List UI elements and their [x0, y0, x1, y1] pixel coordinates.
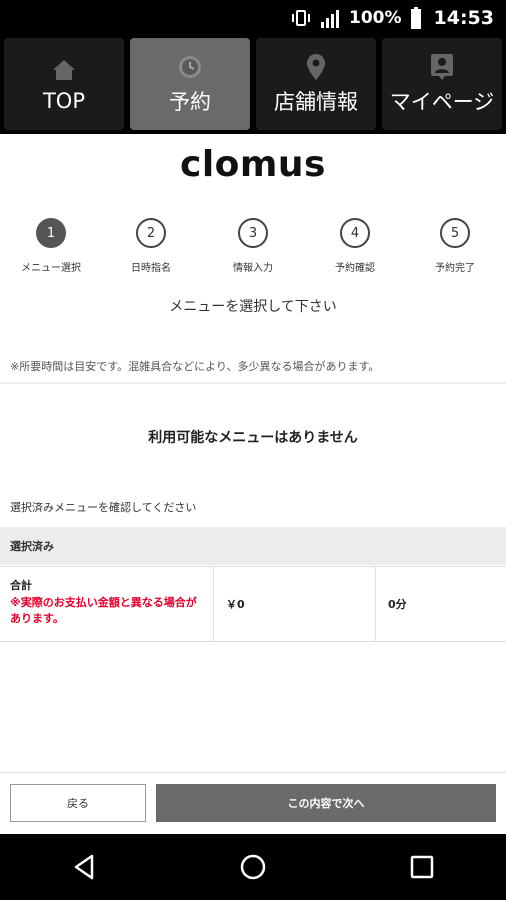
duration-note: ※所要時間は目安です。混雑具合などにより、多少異なる場合があります。 [10, 360, 380, 373]
map-pin-icon [306, 52, 326, 82]
total-duration: 0分 [388, 598, 407, 611]
next-button[interactable]: この内容で次へ [156, 784, 496, 822]
tab-reservation[interactable]: 予約 [130, 38, 250, 130]
tab-top[interactable]: TOP [4, 38, 124, 130]
step-label: 予約確認 [335, 263, 375, 274]
empty-menu-message: 利用可能なメニューはありません [148, 430, 358, 446]
step-1: 1 メニュー選択 [6, 218, 96, 274]
step-5: 5 予約完了 [410, 218, 500, 274]
recents-square-icon [410, 855, 433, 879]
footer-actions: 戻る この内容で次へ [0, 772, 506, 835]
back-triangle-icon [75, 854, 94, 880]
step-label: 情報入力 [233, 263, 273, 274]
back-nav-button[interactable] [54, 842, 114, 892]
home-circle-icon [240, 854, 266, 880]
step-3: 3 情報入力 [208, 218, 298, 274]
divider [0, 382, 506, 384]
total-label: 合計 [10, 579, 32, 592]
total-row: 合計 ※実際のお支払い金額と異なる場合があります。 ￥0 0分 [0, 566, 506, 642]
confirm-instruction: 選択済みメニューを確認してください [10, 501, 197, 514]
total-label-cell: 合計 ※実際のお支払い金額と異なる場合があります。 [0, 567, 214, 641]
step-label: 日時指名 [131, 263, 171, 274]
tab-store-info[interactable]: 店舗情報 [256, 38, 376, 130]
battery-percent: 100% [348, 8, 402, 28]
tab-label: 予約 [169, 90, 211, 114]
tab-mypage[interactable]: マイページ [382, 38, 502, 130]
recents-nav-button[interactable] [392, 842, 452, 892]
step-4: 4 予約確認 [310, 218, 400, 274]
step-number: 4 [340, 218, 370, 248]
battery-icon [410, 7, 422, 29]
step-number: 1 [36, 218, 66, 248]
signal-icon [319, 8, 341, 28]
progress-steps: 1 メニュー選択 2 日時指名 3 情報入力 4 予約確認 5 予約完了 [0, 218, 506, 278]
step-number: 5 [440, 218, 470, 248]
clock-time: 14:53 [433, 7, 494, 29]
step-number: 3 [238, 218, 268, 248]
home-nav-button[interactable] [223, 842, 283, 892]
home-icon [51, 55, 77, 85]
user-card-icon [430, 52, 454, 82]
tab-label: TOP [42, 89, 86, 113]
tab-label: マイページ [389, 90, 495, 114]
status-bar: 100% 14:53 [0, 0, 506, 36]
step-2: 2 日時指名 [106, 218, 196, 274]
top-navigation: TOP 予約 店舗情報 マイページ [0, 36, 506, 134]
step-number: 2 [136, 218, 166, 248]
section-heading: メニューを選択して下さい [169, 299, 337, 315]
system-navigation-bar [0, 834, 506, 900]
step-label: 予約完了 [435, 263, 475, 274]
step-label: メニュー選択 [21, 263, 81, 274]
tab-label: 店舗情報 [274, 90, 358, 114]
price-warning: ※実際のお支払い金額と異なる場合があります。 [10, 596, 197, 625]
back-button[interactable]: 戻る [10, 784, 146, 822]
total-price: ￥0 [214, 567, 376, 641]
brand-logo: clomus [180, 144, 326, 185]
clock-icon [177, 52, 203, 82]
selected-header: 選択済み [0, 527, 506, 565]
vibrate-icon [291, 9, 311, 27]
